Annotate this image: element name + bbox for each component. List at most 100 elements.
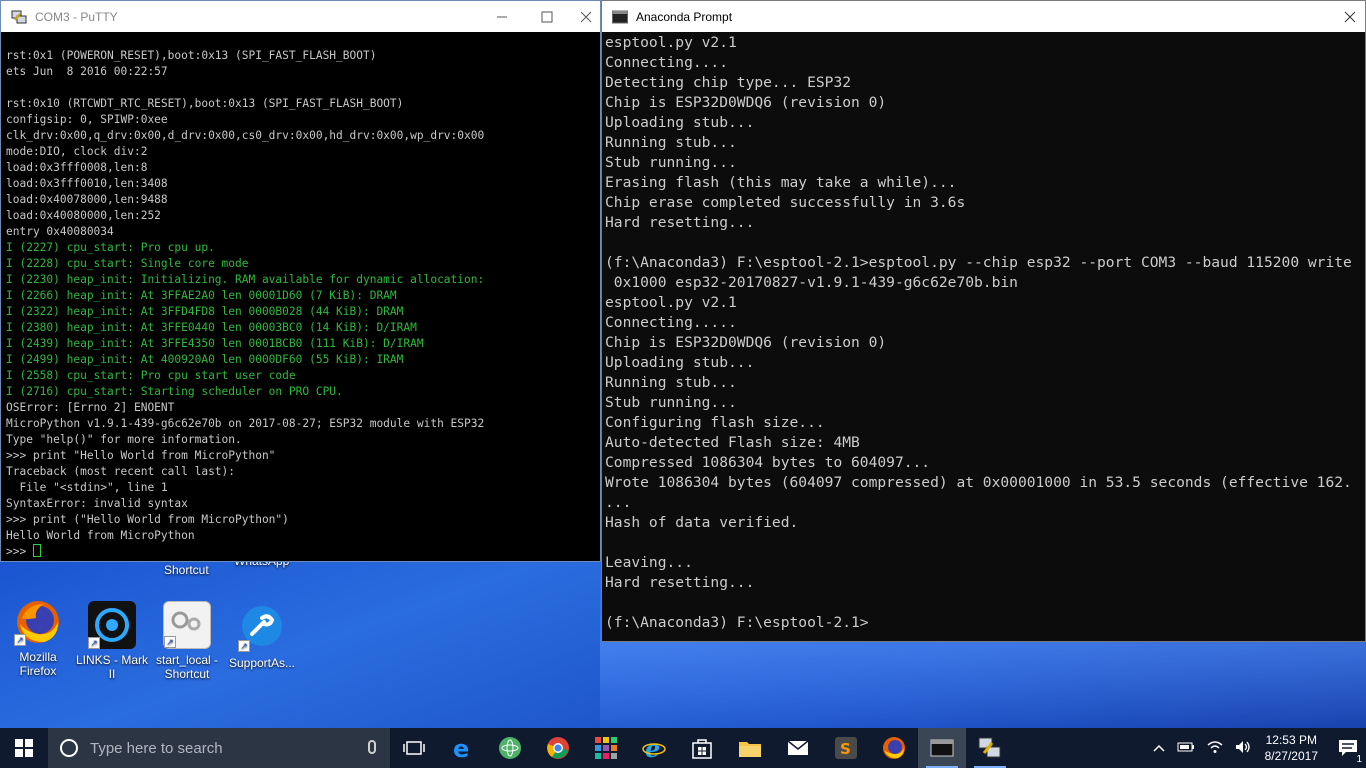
taskbar-file-explorer[interactable] — [726, 728, 774, 768]
svg-text:e: e — [453, 736, 469, 760]
putty-minimize-button[interactable] — [479, 1, 525, 32]
anaconda-output-line: Uploading stub... — [605, 354, 755, 371]
putty-output-line: load:0x3fff0008,len:8 — [6, 161, 148, 174]
putty-maximize-button[interactable] — [524, 1, 570, 32]
anaconda-terminal-output[interactable]: esptool.py v2.1 Connecting.... Detecting c… — [602, 32, 1365, 640]
desktop-icon-start-local[interactable]: ↗ start_local - Shortcut — [149, 601, 225, 681]
putty-output-line: >>> print ("Hello World from MicroPython… — [6, 513, 289, 526]
putty-terminal-output[interactable]: rst:0x1 (POWERON_RESET),boot:0x13 (SPI_F… — [1, 32, 600, 562]
console-icon — [930, 739, 954, 757]
putty-output-line: OSError: [Errno 2] ENOENT — [6, 401, 175, 414]
desktop-icon-label: start_local - Shortcut — [155, 653, 219, 681]
putty-window-title: COM3 - PuTTY — [35, 9, 118, 24]
battery-icon[interactable] — [1177, 741, 1195, 755]
anaconda-output-line: Connecting..... — [605, 314, 737, 331]
anaconda-output-line: Auto-detected Flash size: 4MB — [605, 434, 860, 451]
support-assist-icon: ↗ — [238, 604, 286, 652]
minimize-icon — [497, 16, 507, 17]
putty-output-line: I (2499) heap_init: At 400920A0 len 0000… — [6, 353, 404, 366]
putty-output-line: MicroPython v1.9.1-439-g6c62e70b on 2017… — [6, 417, 485, 430]
taskbar-putty[interactable] — [966, 728, 1014, 768]
taskbar-sublime[interactable]: S — [822, 728, 870, 768]
volume-icon[interactable] — [1235, 740, 1251, 757]
anaconda-output-line: Wrote 1086304 bytes (604097 compressed) … — [605, 474, 1352, 491]
taskbar: Type here to search e e S 12:53 PM 8/27/… — [0, 728, 1366, 768]
anaconda-output-line: Chip erase completed successfully in 3.6… — [605, 194, 966, 211]
desktop-icon-supportassist[interactable]: ↗ SupportAs... — [224, 604, 300, 670]
shortcut-icon: ↗ — [163, 601, 211, 649]
putty-output-line: I (2230) heap_init: Initializing. RAM av… — [6, 273, 485, 286]
mail-icon — [787, 740, 809, 755]
putty-output-line: configsip: 0, SPIWP:0xee — [6, 113, 168, 126]
internet-explorer-icon: e — [642, 736, 666, 760]
putty-window[interactable]: COM3 - PuTTY rst:0x1 (POWERON_RESET),boo… — [0, 0, 601, 562]
taskbar-edge[interactable]: e — [438, 728, 486, 768]
firefox-icon: ↗ — [14, 598, 62, 646]
taskbar-chrome[interactable] — [534, 728, 582, 768]
taskbar-firefox[interactable] — [870, 728, 918, 768]
anaconda-output-line: Hard resetting... — [605, 574, 755, 591]
putty-output-line: Traceback (most recent call last): — [6, 465, 236, 478]
taskbar-store[interactable] — [678, 728, 726, 768]
anaconda-output-line — [605, 233, 1365, 253]
anaconda-output-line — [605, 593, 1365, 613]
taskbar-search-box[interactable]: Type here to search — [48, 728, 390, 768]
taskbar-apps[interactable] — [582, 728, 630, 768]
anaconda-output-line: Compressed 1086304 bytes to 604097... — [605, 454, 931, 471]
putty-output-line: File "<stdin>", line 1 — [6, 481, 168, 494]
anaconda-output-line: Erasing flash (this may take a while)... — [605, 174, 957, 191]
desktop-icon-label: SupportAs... — [228, 656, 296, 670]
task-view-icon — [403, 741, 425, 755]
anaconda-output-line: Chip is ESP32D0WDQ6 (revision 0) — [605, 94, 887, 111]
putty-output-line: ets Jun 8 2016 00:22:57 — [6, 65, 168, 78]
notification-icon — [1339, 740, 1357, 756]
putty-output-line: Type "help()" for more information. — [6, 433, 242, 446]
putty-output-line: I (2322) heap_init: At 3FFD4FD8 len 0000… — [6, 305, 404, 318]
system-tray: 12:53 PM 8/27/2017 1 — [1147, 728, 1366, 768]
anaconda-close-button[interactable] — [1335, 1, 1365, 32]
folder-icon — [739, 742, 761, 757]
putty-output-line: clk_drv:0x00,q_drv:0x00,d_drv:0x00,cs0_d… — [6, 129, 485, 142]
desktop-icon-firefox[interactable]: ↗ Mozilla Firefox — [0, 598, 76, 678]
taskbar-anaconda-prompt[interactable] — [918, 728, 966, 768]
putty-output-line — [6, 80, 600, 96]
putty-prompt: >>> — [6, 545, 33, 558]
putty-app-icon — [11, 10, 27, 23]
taskbar-clock[interactable]: 12:53 PM 8/27/2017 — [1265, 732, 1318, 764]
anaconda-output-line: Connecting.... — [605, 54, 729, 71]
svg-text:S: S — [840, 740, 851, 758]
putty-output-line: I (2558) cpu_start: Pro cpu start user c… — [6, 369, 296, 382]
taskbar-atom[interactable] — [486, 728, 534, 768]
start-button[interactable] — [0, 728, 48, 768]
taskbar-mail[interactable] — [774, 728, 822, 768]
putty-output-line: SyntaxError: invalid syntax — [6, 497, 188, 510]
anaconda-output-line — [605, 533, 1365, 553]
terminal-cursor — [32, 544, 41, 557]
cortana-icon — [60, 739, 78, 757]
putty-output-line: I (2380) heap_init: At 3FFE0440 len 0000… — [6, 321, 417, 334]
anaconda-prompt-window[interactable]: Anaconda Prompt esptool.py v2.1 Connectin… — [601, 0, 1366, 642]
putty-output-line: I (2227) cpu_start: Pro cpu up. — [6, 241, 215, 254]
anaconda-window-title: Anaconda Prompt — [636, 9, 733, 24]
putty-icon — [978, 737, 1001, 758]
svg-text:e: e — [645, 736, 660, 760]
putty-titlebar[interactable]: COM3 - PuTTY — [1, 1, 600, 32]
desktop-icon-label: LINKS - Mark II — [75, 653, 148, 681]
microphone-icon[interactable] — [368, 740, 376, 754]
action-center-button[interactable]: 1 — [1330, 739, 1366, 765]
task-view-button[interactable] — [390, 728, 438, 768]
wifi-icon[interactable] — [1207, 740, 1223, 757]
putty-close-button[interactable] — [569, 1, 602, 32]
anaconda-output-line: Running stub... — [605, 374, 737, 391]
close-icon — [580, 11, 591, 22]
putty-output-line: load:0x3fff0010,len:3408 — [6, 177, 168, 190]
firefox-icon — [883, 737, 905, 759]
desktop-icon-links[interactable]: ↗ LINKS - Mark II — [74, 601, 150, 681]
anaconda-output-line: Configuring flash size... — [605, 414, 825, 431]
putty-prompt-line[interactable]: >>> — [6, 544, 600, 560]
anaconda-titlebar[interactable]: Anaconda Prompt — [602, 1, 1365, 32]
store-icon — [692, 739, 712, 759]
show-hidden-icons-chevron-icon[interactable] — [1153, 741, 1165, 755]
taskbar-ie[interactable]: e — [630, 728, 678, 768]
putty-output-line: I (2439) heap_init: At 3FFE4350 len 0001… — [6, 337, 424, 350]
